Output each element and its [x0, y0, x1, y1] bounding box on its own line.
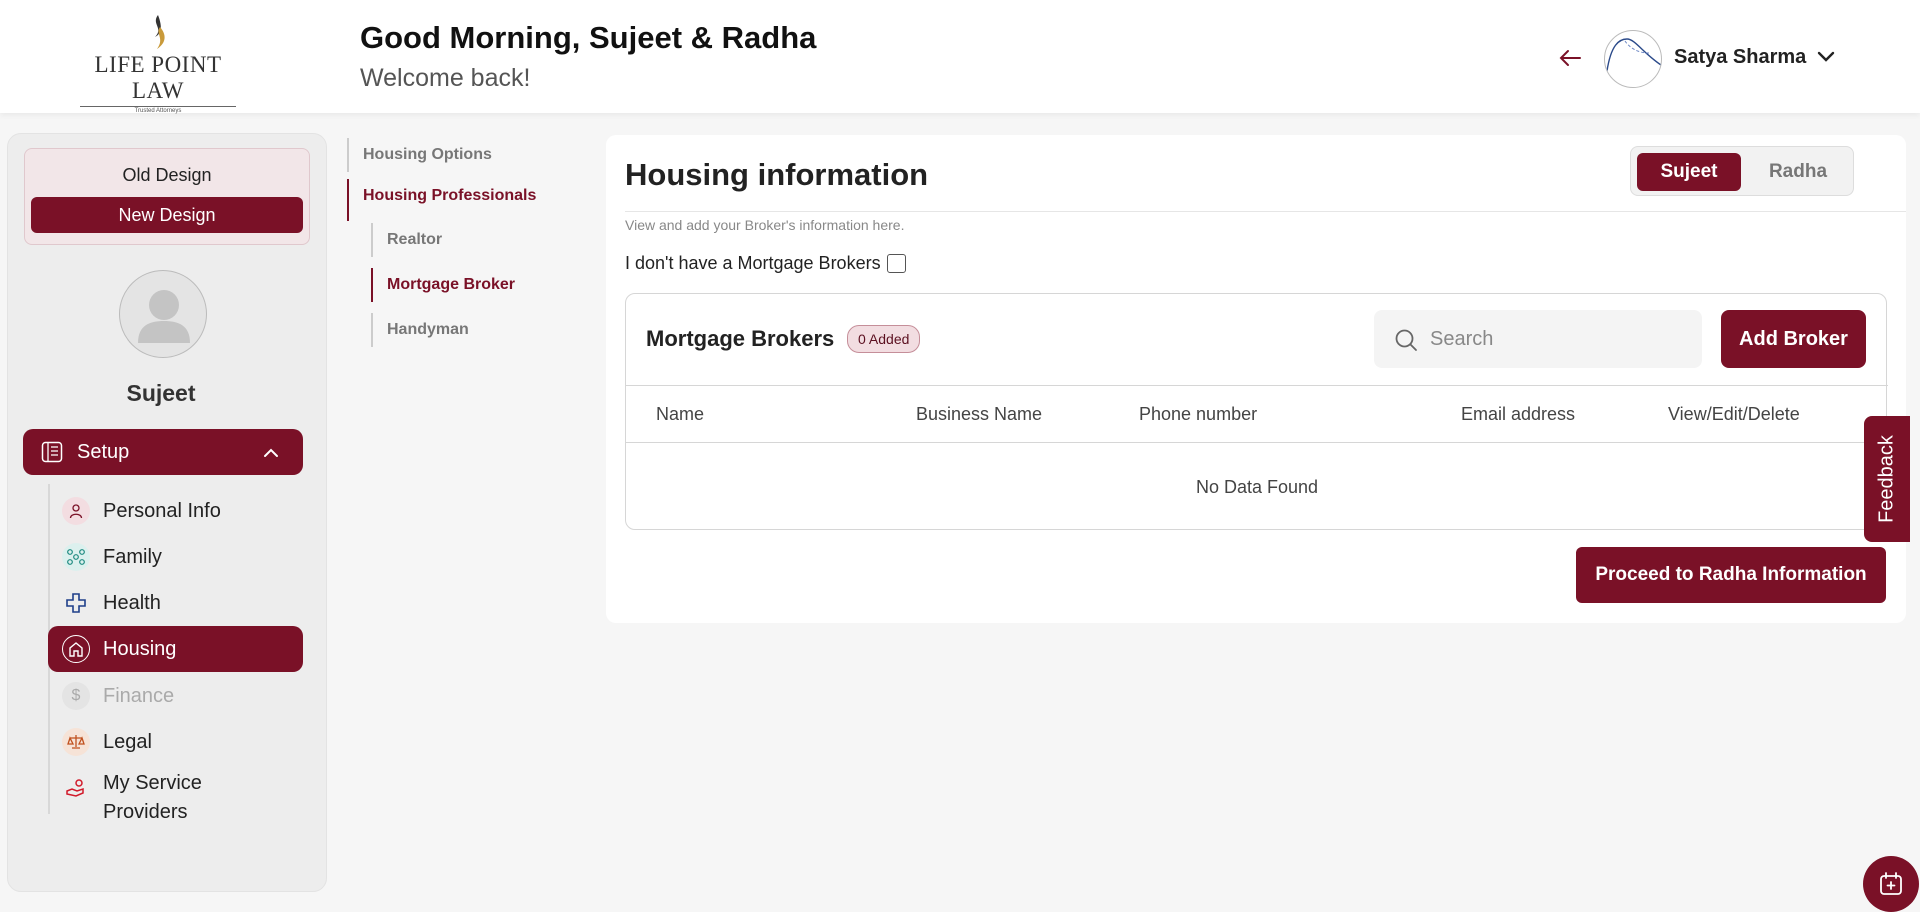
logo-wordmark: LIFE POINT LAW [94, 52, 222, 103]
feedback-tab[interactable]: Feedback [1864, 416, 1910, 542]
search-box [1374, 310, 1702, 368]
sidebar-item-label: Family [103, 546, 162, 568]
empty-state: No Data Found [1195, 477, 1319, 497]
logo-divider [80, 106, 236, 107]
subnav-realtor[interactable]: Realtor [371, 223, 442, 257]
sidebar-item-personal-info[interactable]: Personal Info [48, 488, 303, 534]
column-header-business-name: Business Name [916, 404, 1043, 424]
logo-tagline: Trusted Attorneys [134, 108, 182, 114]
subnav-housing-professionals[interactable]: Housing Professionals [347, 179, 536, 221]
person-icon [62, 497, 90, 525]
spouse-tabs: Sujeet Radha [1630, 146, 1854, 196]
brokers-table-card: Mortgage Brokers 0 Added Add Broker Name… [625, 293, 1888, 530]
calendar-add-icon [1880, 872, 1902, 895]
service-provider-icon [62, 774, 90, 802]
scales-icon [62, 728, 90, 756]
profile-name: Sujeet [126, 380, 196, 406]
sidebar-item-my-service-providers[interactable]: My Service Providers [48, 765, 303, 825]
sidebar-item-finance[interactable]: $ Finance [48, 673, 303, 719]
sidebar-item-label: Health [103, 592, 161, 614]
feedback-label: Feedback [1875, 435, 1898, 523]
sidebar-item-legal[interactable]: Legal [48, 719, 303, 765]
home-icon [62, 635, 90, 663]
no-broker-label: I don't have a Mortgage Brokers [625, 253, 881, 273]
old-design-button[interactable]: Old Design [25, 165, 309, 186]
sidebar-item-family[interactable]: Family [48, 534, 303, 580]
title-divider [625, 211, 1906, 212]
back-arrow-icon[interactable] [1556, 44, 1586, 74]
table-title: Mortgage Brokers [646, 326, 835, 351]
setup-label: Setup [77, 441, 130, 463]
tab-sujeet[interactable]: Sujeet [1637, 153, 1741, 191]
setup-menu-toggle[interactable]: Setup [23, 429, 303, 475]
add-broker-button[interactable]: Add Broker [1721, 310, 1866, 368]
subnav-housing-options[interactable]: Housing Options [347, 138, 492, 172]
sidebar: Old Design New Design Sujeet Setup Perso… [7, 133, 327, 892]
tab-radha[interactable]: Radha [1747, 153, 1849, 191]
table-header: Name Business Name Phone number Email ad… [626, 385, 1888, 443]
hint-text: View and add your Broker's information h… [625, 217, 905, 233]
housing-info-card: Housing information Sujeet Radha View an… [606, 135, 1906, 623]
no-broker-checkbox[interactable] [887, 254, 906, 273]
page-title: Housing information [625, 157, 929, 192]
greeting-title: Good Morning, Sujeet & Radha [360, 20, 817, 55]
search-input[interactable] [1430, 324, 1680, 354]
sidebar-item-label: My Service Providers [103, 772, 202, 823]
column-header-name: Name [656, 404, 705, 424]
subnav-mortgage-broker[interactable]: Mortgage Broker [371, 268, 515, 302]
sidebar-item-label: Personal Info [103, 500, 221, 522]
design-toggle: Old Design New Design [24, 148, 310, 245]
setup-list-icon [41, 441, 63, 463]
family-icon [62, 543, 90, 571]
calendar-add-button[interactable] [1863, 856, 1919, 912]
chevron-down-icon[interactable] [1815, 46, 1837, 68]
health-cross-icon [62, 589, 90, 617]
proceed-button[interactable]: Proceed to Radha Information [1576, 547, 1886, 603]
subnav-handyman[interactable]: Handyman [371, 313, 469, 347]
sidebar-item-label: Housing [103, 638, 177, 660]
search-icon [1394, 328, 1418, 352]
profile-avatar[interactable] [119, 270, 207, 358]
user-avatar[interactable] [1604, 30, 1662, 88]
user-name[interactable]: Satya Sharma [1674, 46, 1806, 69]
sidebar-item-label: Legal [103, 731, 152, 753]
dollar-icon: $ [62, 682, 90, 710]
logo[interactable]: LIFE POINT LAW Trusted Attorneys [70, 14, 246, 114]
new-design-button[interactable]: New Design [31, 197, 303, 233]
greeting: Good Morning, Sujeet & Radha Welcome bac… [360, 20, 816, 93]
flame-logo-icon [155, 15, 165, 49]
sidebar-item-health[interactable]: Health [48, 580, 303, 626]
sidebar-item-label: Finance [103, 685, 175, 707]
column-header-email: Email address [1461, 404, 1576, 424]
sidebar-item-housing[interactable]: Housing [48, 626, 303, 672]
column-header-phone: Phone number [1139, 404, 1258, 424]
added-count-badge: 0 Added [847, 325, 921, 353]
top-header: LIFE POINT LAW Trusted Attorneys Good Mo… [0, 0, 1920, 114]
column-header-actions: View/Edit/Delete [1668, 404, 1800, 424]
greeting-subtitle: Welcome back! [360, 64, 531, 92]
chevron-up-icon [261, 443, 281, 463]
